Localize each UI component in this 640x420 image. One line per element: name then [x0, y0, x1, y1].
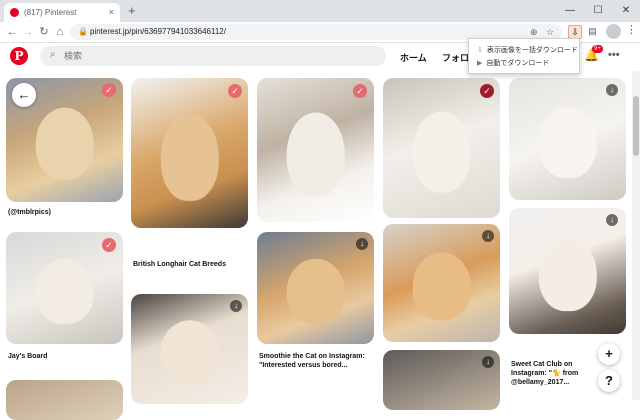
cat-illustration: [412, 252, 471, 321]
cat-illustration: [160, 320, 219, 385]
close-window-button[interactable]: ✕: [612, 0, 640, 22]
search-icon: ⌕: [50, 49, 56, 60]
download-icon[interactable]: ↓: [482, 230, 494, 242]
pin-image[interactable]: [257, 232, 374, 344]
more-options-icon[interactable]: •••: [608, 49, 620, 61]
pin-caption: Sweet Cat Club on Instagram: "🐈 from @be…: [511, 361, 579, 386]
pin-image[interactable]: [131, 78, 248, 228]
pinterest-logo[interactable]: P: [10, 47, 28, 65]
url-text[interactable]: pinterest.jp/pin/636977941033646112/: [90, 24, 226, 40]
cat-illustration: [286, 112, 345, 196]
back-arrow-icon[interactable]: ←: [4, 23, 20, 41]
download-icon[interactable]: ↓: [606, 84, 618, 96]
new-tab-button[interactable]: +: [128, 2, 136, 20]
download-icon[interactable]: ↓: [356, 238, 368, 250]
cat-illustration: [160, 113, 219, 201]
minimize-button[interactable]: —: [556, 0, 584, 22]
pin-caption: Smoothie the Cat on Instagram: "Interest…: [259, 353, 365, 369]
back-button[interactable]: ←: [12, 83, 36, 107]
cat-illustration: [412, 111, 471, 193]
menu-item-bulk-download[interactable]: ⇩ 表示画像を一括ダウンロード: [477, 45, 578, 55]
search-input[interactable]: ⌕ 検索: [40, 46, 386, 66]
browser-tab-bar: (817) Pinterest × + — ☐ ✕: [0, 0, 640, 22]
play-icon: ▶: [477, 60, 483, 67]
pin-image[interactable]: [383, 78, 500, 218]
browser-tab[interactable]: (817) Pinterest ×: [4, 3, 120, 22]
download-icon[interactable]: ↓: [482, 356, 494, 368]
pin-image[interactable]: [509, 78, 626, 200]
tab-title: (817) Pinterest: [24, 8, 77, 17]
cat-illustration: [538, 238, 597, 312]
maximize-button[interactable]: ☐: [584, 0, 612, 22]
download-icon[interactable]: ↓: [230, 300, 242, 312]
download-icon[interactable]: ↓: [606, 214, 618, 226]
cat-illustration: [286, 258, 345, 324]
reload-icon[interactable]: ↻: [36, 23, 52, 41]
pin-image[interactable]: [257, 78, 374, 222]
pin-caption: (@tmblrpics): [8, 209, 51, 216]
lock-icon: 🔒: [78, 27, 88, 36]
forward-arrow-icon[interactable]: →: [20, 23, 36, 41]
image-downloader-extension-icon[interactable]: ⇩: [568, 25, 582, 39]
cat-illustration: [35, 258, 94, 324]
extension-dropdown-menu: ⇩ 表示画像を一括ダウンロード ▶ 自動でダウンロード: [468, 38, 580, 74]
selected-check-icon[interactable]: ✓: [353, 84, 367, 98]
chrome-menu-icon[interactable]: ⋮: [626, 23, 637, 36]
add-pin-button[interactable]: +: [598, 343, 620, 365]
notification-badge: 9+: [592, 45, 603, 53]
search-placeholder: 検索: [64, 51, 83, 61]
scrollbar-thumb[interactable]: [633, 96, 639, 156]
nav-home[interactable]: ホーム: [400, 51, 427, 64]
pin-image[interactable]: [131, 294, 248, 404]
cat-illustration: [538, 107, 597, 178]
selected-check-icon[interactable]: ✓: [102, 238, 116, 252]
tab-close-icon[interactable]: ×: [109, 3, 114, 22]
pin-caption: Jay's Board: [8, 353, 48, 360]
download-icon: ⇩: [477, 47, 483, 54]
pin-image[interactable]: [383, 224, 500, 342]
help-button[interactable]: ?: [598, 370, 620, 392]
profile-avatar[interactable]: [606, 24, 621, 39]
menu-item-auto-download[interactable]: ▶ 自動でダウンロード: [477, 58, 549, 68]
pin-caption: British Longhair Cat Breeds: [133, 261, 226, 268]
pinterest-favicon-icon: [10, 8, 19, 17]
extension-icon[interactable]: ▤: [586, 25, 599, 38]
home-icon[interactable]: ⌂: [52, 23, 68, 41]
selected-check-icon[interactable]: ✓: [480, 84, 494, 98]
pin-image[interactable]: [6, 380, 123, 420]
selected-check-icon[interactable]: ✓: [228, 84, 242, 98]
selected-check-icon[interactable]: ✓: [102, 83, 116, 97]
cat-illustration: [35, 107, 94, 180]
pin-image[interactable]: [509, 208, 626, 334]
